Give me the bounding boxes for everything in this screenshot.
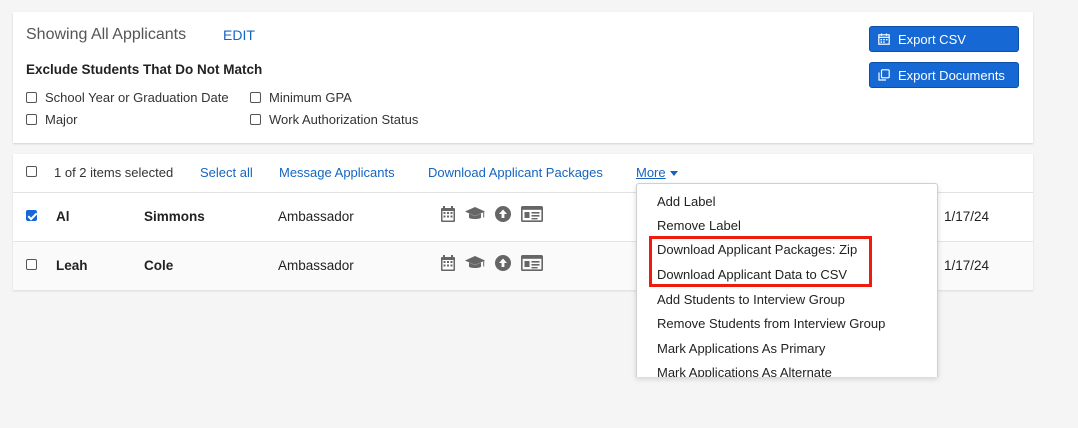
edit-filter-link[interactable]: EDIT <box>223 27 255 43</box>
menu-item-add-to-interview-group[interactable]: Add Students to Interview Group <box>657 292 845 307</box>
calendar-icon <box>878 33 890 45</box>
row-checkbox[interactable] <box>26 259 37 270</box>
id-card-icon[interactable] <box>521 206 543 222</box>
menu-item-mark-primary[interactable]: Mark Applications As Primary <box>657 341 825 356</box>
minimum-gpa-checkbox[interactable] <box>250 91 261 103</box>
menu-item-mark-alternate[interactable]: Mark Applications As Alternate <box>657 365 832 377</box>
menu-item-remove-from-interview-group[interactable]: Remove Students from Interview Group <box>657 316 885 331</box>
upload-circle-icon[interactable] <box>495 206 511 222</box>
upload-circle-icon[interactable] <box>495 255 511 271</box>
filter-option-label: Major <box>45 111 78 127</box>
export-documents-button[interactable]: Export Documents <box>869 62 1019 88</box>
menu-item-download-data-csv[interactable]: Download Applicant Data to CSV <box>657 267 847 282</box>
select-page-checkbox[interactable] <box>26 166 37 177</box>
export-documents-label: Export Documents <box>898 67 1005 83</box>
filter-subtitle: Exclude Students That Do Not Match <box>26 62 263 77</box>
last-name: Simmons <box>144 209 205 224</box>
first-name: Leah <box>56 258 88 273</box>
select-all-link[interactable]: Select all <box>200 165 253 180</box>
calendar-icon[interactable] <box>441 206 455 222</box>
filter-option-label: Work Authorization Status <box>269 111 419 127</box>
message-applicants-link[interactable]: Message Applicants <box>279 165 395 180</box>
row-checkbox[interactable] <box>26 210 37 221</box>
filter-panel: Showing All Applicants EDIT Exclude Stud… <box>13 12 1033 143</box>
filter-option-label: School Year or Graduation Date <box>45 89 229 105</box>
menu-item-add-label[interactable]: Add Label <box>657 194 716 209</box>
filter-option-major[interactable]: Major <box>26 110 78 128</box>
caret-down-icon <box>669 171 678 177</box>
date-cell: 1/17/24 <box>944 258 990 273</box>
filter-option-minimum-gpa[interactable]: Minimum GPA <box>250 88 352 106</box>
menu-item-download-packages-zip[interactable]: Download Applicant Packages: Zip <box>657 242 857 257</box>
more-dropdown-menu: Add Label Remove Label Download Applican… <box>636 183 938 377</box>
id-card-icon[interactable] <box>521 255 543 271</box>
first-name: Al <box>56 209 70 224</box>
graduation-cap-icon[interactable] <box>465 207 485 221</box>
documents-icon <box>878 69 890 81</box>
more-dropdown-toggle[interactable]: More <box>636 165 678 180</box>
filter-option-work-authorization[interactable]: Work Authorization Status <box>250 110 418 128</box>
position: Ambassador <box>278 258 354 273</box>
export-csv-label: Export CSV <box>898 31 966 47</box>
last-name: Cole <box>144 258 174 273</box>
work-authorization-checkbox[interactable] <box>250 113 261 125</box>
filter-title: Showing All Applicants <box>26 26 187 43</box>
graduation-cap-icon[interactable] <box>465 256 485 270</box>
more-label: More <box>636 165 666 180</box>
selection-count: 1 of 2 items selected <box>54 165 174 180</box>
export-csv-button[interactable]: Export CSV <box>869 26 1019 52</box>
download-packages-link[interactable]: Download Applicant Packages <box>428 165 603 180</box>
date-cell: 1/17/24 <box>944 209 990 224</box>
menu-item-remove-label[interactable]: Remove Label <box>657 218 741 233</box>
major-checkbox[interactable] <box>26 113 37 125</box>
calendar-icon[interactable] <box>441 255 455 271</box>
school-year-checkbox[interactable] <box>26 91 37 103</box>
position: Ambassador <box>278 209 354 224</box>
row-actions <box>441 206 553 222</box>
filter-option-school-year[interactable]: School Year or Graduation Date <box>26 88 229 106</box>
filter-option-label: Minimum GPA <box>269 89 352 105</box>
row-actions <box>441 255 553 271</box>
